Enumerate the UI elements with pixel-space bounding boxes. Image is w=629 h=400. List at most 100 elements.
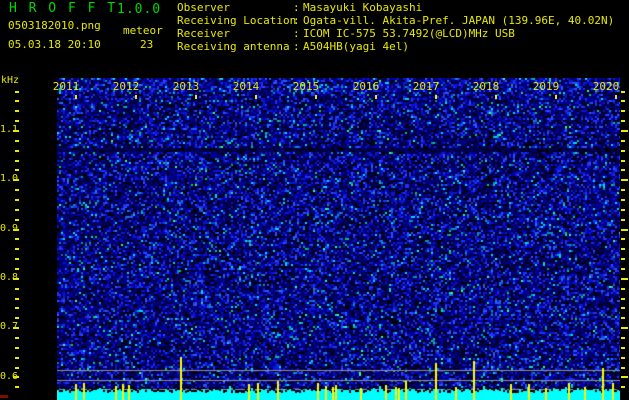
time-label-2013: 2013 bbox=[172, 80, 200, 93]
freq-minor-tick bbox=[15, 317, 19, 319]
freq-minor-tick bbox=[15, 199, 19, 201]
time-label-2011: 2011 bbox=[52, 80, 80, 93]
freq-minor-tick bbox=[15, 367, 19, 369]
freq-minor-tick bbox=[15, 150, 19, 152]
info-label: Receiver bbox=[177, 27, 230, 40]
freq-minor-tick-right bbox=[621, 347, 625, 349]
freq-minor-tick-right bbox=[621, 120, 625, 122]
freq-major-tick-right bbox=[621, 327, 628, 329]
freq-label-0.7: 0.7 bbox=[0, 321, 19, 332]
freq-minor-tick-right bbox=[621, 268, 625, 270]
freq-minor-tick bbox=[15, 100, 19, 102]
time-label-2017: 2017 bbox=[412, 80, 440, 93]
freq-minor-tick-right bbox=[621, 140, 625, 142]
info-value: A504HB(yagi 4el) bbox=[303, 40, 409, 53]
freq-minor-tick-right bbox=[621, 150, 625, 152]
record-indicator bbox=[0, 395, 8, 398]
time-label-2015: 2015 bbox=[292, 80, 320, 93]
freq-minor-tick-right bbox=[621, 238, 625, 240]
info-value: Ogata-vill. Akita-Pref. JAPAN (139.96E, … bbox=[303, 14, 615, 27]
freq-label-0.9: 0.9 bbox=[0, 223, 19, 234]
freq-minor-tick-right bbox=[621, 219, 625, 221]
file-name: 0503182010.png bbox=[8, 19, 101, 32]
freq-minor-tick-right bbox=[621, 317, 625, 319]
freq-minor-tick bbox=[15, 110, 19, 112]
freq-major-tick-right bbox=[621, 179, 628, 181]
freq-minor-tick bbox=[15, 238, 19, 240]
app-title: H R O F F T bbox=[9, 1, 118, 16]
freq-minor-tick-right bbox=[621, 248, 625, 250]
freq-label-0.6: 0.6 bbox=[0, 371, 19, 382]
app-version: 1.0.0 bbox=[117, 2, 162, 17]
freq-minor-tick-right bbox=[621, 386, 625, 388]
freq-minor-tick bbox=[15, 169, 19, 171]
info-value: ICOM IC-575 53.7492(@LCD)MHz USB bbox=[303, 27, 515, 40]
time-label-2012: 2012 bbox=[112, 80, 140, 93]
freq-minor-tick-right bbox=[621, 367, 625, 369]
freq-minor-tick-right bbox=[621, 357, 625, 359]
freq-axis-unit: kHz bbox=[1, 75, 20, 86]
freq-minor-tick bbox=[15, 337, 19, 339]
freq-minor-tick-right bbox=[621, 337, 625, 339]
freq-minor-tick bbox=[15, 357, 19, 359]
freq-minor-tick-right bbox=[621, 298, 625, 300]
time-label-2018: 2018 bbox=[472, 80, 500, 93]
freq-minor-tick bbox=[15, 91, 19, 93]
info-label: Receiving antenna bbox=[177, 40, 290, 53]
time-tick bbox=[435, 95, 437, 99]
echo-count: 23 bbox=[140, 38, 154, 51]
freq-label-1.0: 1.0 bbox=[0, 173, 19, 184]
freq-minor-tick-right bbox=[621, 209, 625, 211]
freq-minor-tick bbox=[15, 307, 19, 309]
time-label-2016: 2016 bbox=[352, 80, 380, 93]
datetime-label: 05.03.18 20:10 bbox=[8, 38, 101, 51]
freq-minor-tick bbox=[15, 248, 19, 250]
mode-label: meteor bbox=[123, 24, 163, 37]
info-row-antenna: Receiving antenna : A504HB(yagi 4el) bbox=[177, 41, 629, 54]
freq-minor-tick-right bbox=[621, 100, 625, 102]
time-tick bbox=[375, 95, 377, 99]
info-colon: : bbox=[293, 27, 300, 40]
freq-minor-tick-right bbox=[621, 91, 625, 93]
time-tick bbox=[315, 95, 317, 99]
freq-label-1.1: 1.1 bbox=[0, 124, 19, 135]
freq-major-tick-right bbox=[621, 229, 628, 231]
freq-major-tick-right bbox=[621, 278, 628, 280]
freq-minor-tick bbox=[15, 140, 19, 142]
freq-minor-tick bbox=[15, 347, 19, 349]
hrofft-window: H R O F F T 1.0.0 0503182010.png meteor … bbox=[0, 0, 629, 400]
info-colon: : bbox=[293, 40, 300, 53]
freq-minor-tick bbox=[15, 209, 19, 211]
time-tick bbox=[495, 95, 497, 99]
freq-minor-tick-right bbox=[621, 160, 625, 162]
freq-minor-tick bbox=[15, 219, 19, 221]
freq-major-tick-right bbox=[621, 376, 628, 378]
freq-major-tick-right bbox=[621, 130, 628, 132]
freq-minor-tick bbox=[15, 189, 19, 191]
freq-minor-tick bbox=[15, 268, 19, 270]
freq-minor-tick-right bbox=[621, 169, 625, 171]
time-tick bbox=[195, 95, 197, 99]
info-colon: : bbox=[293, 1, 300, 14]
freq-minor-tick-right bbox=[621, 199, 625, 201]
info-value: Masayuki Kobayashi bbox=[303, 1, 423, 14]
time-tick bbox=[75, 95, 77, 99]
freq-minor-tick bbox=[15, 288, 19, 290]
time-tick bbox=[555, 95, 557, 99]
freq-minor-tick-right bbox=[621, 110, 625, 112]
time-tick bbox=[135, 95, 137, 99]
time-label-2019: 2019 bbox=[532, 80, 560, 93]
info-colon: : bbox=[293, 14, 300, 27]
time-tick bbox=[255, 95, 257, 99]
time-label-2020: 2020 bbox=[592, 80, 620, 93]
info-label: Observer bbox=[177, 1, 230, 14]
spectrogram-canvas bbox=[57, 78, 620, 400]
freq-minor-tick bbox=[15, 120, 19, 122]
freq-minor-tick bbox=[15, 160, 19, 162]
info-label: Receiving Location bbox=[177, 14, 297, 27]
freq-minor-tick-right bbox=[621, 288, 625, 290]
freq-minor-tick bbox=[15, 258, 19, 260]
freq-minor-tick-right bbox=[621, 307, 625, 309]
freq-minor-tick-right bbox=[621, 258, 625, 260]
freq-minor-tick bbox=[15, 298, 19, 300]
